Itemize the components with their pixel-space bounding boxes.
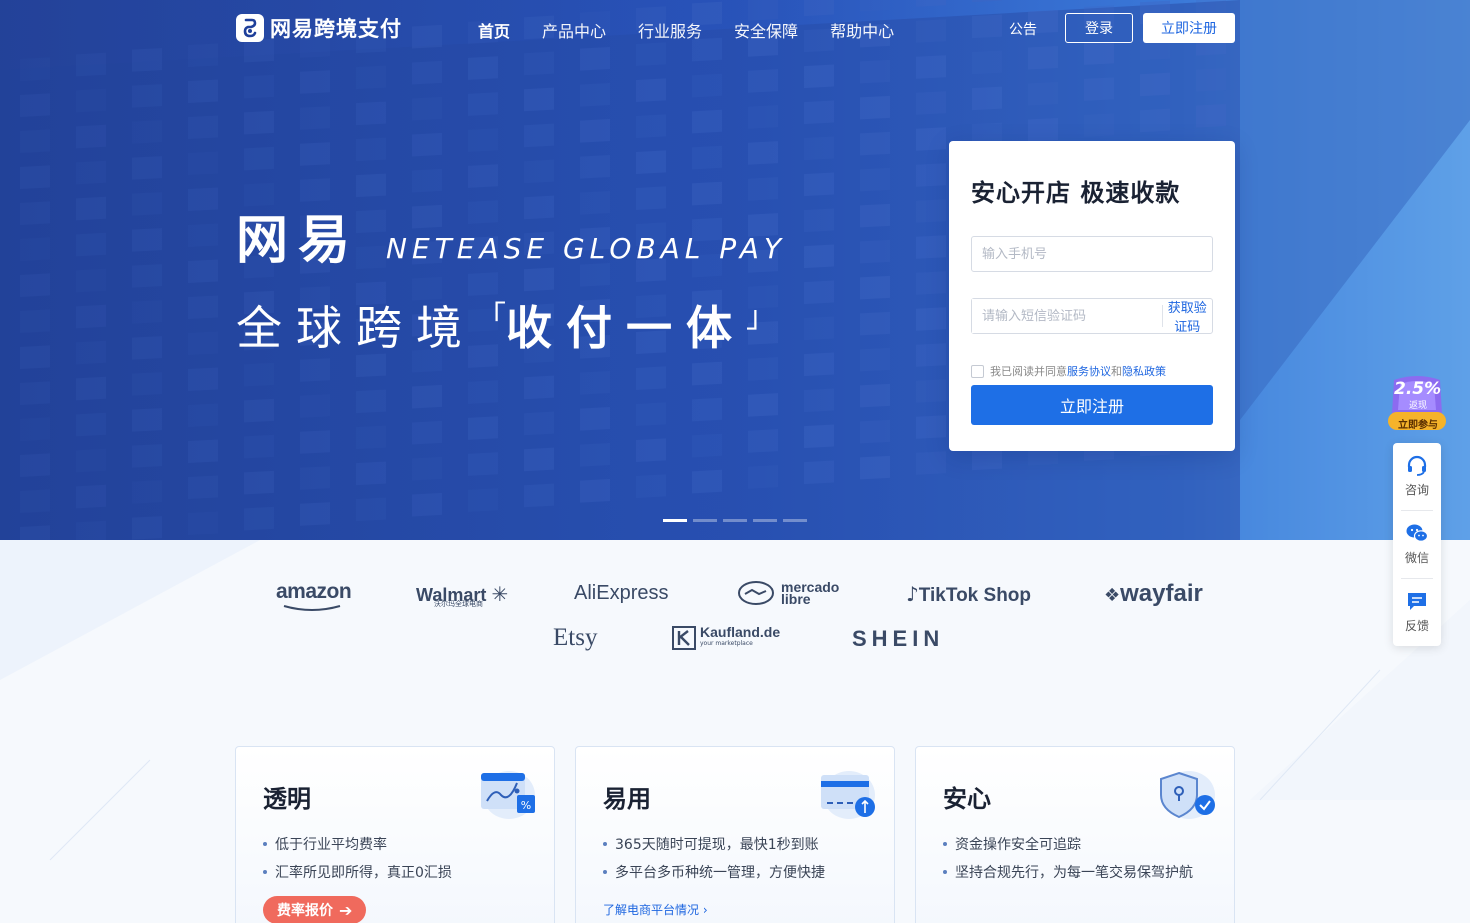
- handshake-icon: [738, 581, 774, 605]
- agree-prefix: 我已阅读并同意: [990, 365, 1067, 378]
- phone-input[interactable]: [971, 236, 1213, 272]
- side-toolbar: 咨询 微信 反馈: [1393, 443, 1441, 646]
- carousel-dot[interactable]: [723, 519, 747, 522]
- hero-title: 网易 NETEASE GLOBAL PAY: [236, 198, 786, 273]
- feature-list: 低于行业平均费率 汇率所见即所得，真正0汇损: [263, 835, 452, 891]
- learn-platforms-label: 了解电商平台情况: [603, 903, 700, 917]
- partner-aliexpress-logo: AliExpress: [574, 582, 669, 604]
- sms-code-input[interactable]: [972, 299, 1162, 333]
- register-submit-button[interactable]: 立即注册: [971, 385, 1213, 425]
- sms-code-field: 获取验证码: [971, 297, 1213, 335]
- feature-title: 透明: [263, 785, 311, 813]
- feature-title: 安心: [943, 785, 991, 813]
- signup-form-card: 安心开店 极速收款 获取验证码 我已阅读并同意服务协议和隐私政策 立即注册: [949, 141, 1235, 451]
- feedback-icon: [1408, 593, 1426, 610]
- arrow-right-icon: ➔: [339, 900, 353, 920]
- feature-list: 资金操作安全可追踪 坚持合规先行，为每一笔交易保驾护航: [943, 835, 1193, 891]
- partner-walmart-logo: Walmart ✳ 沃尔玛全球电商: [416, 582, 509, 608]
- feature-item: 365天随时可提现，最快1秒到账: [603, 835, 825, 853]
- partner-wayfair-logo: ❖wayfair: [1104, 580, 1203, 607]
- partner-mercadolibre-logo: mercado libre: [737, 580, 839, 606]
- hero-slogan: 全球跨境「收付一体」: [236, 292, 776, 358]
- form-title: 安心开店 极速收款: [971, 179, 1181, 207]
- cashback-promo-badge[interactable]: 2.5% 返现 立即参与: [1386, 374, 1448, 434]
- shield-icon: [1160, 771, 1215, 819]
- logo-text: 网易跨境支付: [270, 17, 402, 41]
- side-divider: [1401, 578, 1433, 579]
- carousel-dot[interactable]: [753, 519, 777, 522]
- hero-slogan-normal: 全球跨境: [236, 301, 476, 355]
- feature-card-easy: 易用 365天随时可提现，最快1秒到账 多平台多币种统一管理，方便快捷 了解电商…: [575, 746, 895, 923]
- feature-item: 低于行业平均费率: [263, 835, 452, 853]
- tiktok-note-icon: ♪: [906, 582, 919, 606]
- login-button[interactable]: 登录: [1065, 13, 1133, 43]
- walmart-spark-icon: ✳: [491, 582, 509, 606]
- notice-link[interactable]: 公告: [1009, 19, 1037, 39]
- side-divider: [1401, 510, 1433, 511]
- hero-title-en: NETEASE GLOBAL PAY: [386, 232, 787, 265]
- promo-cta: 立即参与: [1398, 420, 1438, 431]
- feature-item: 坚持合规先行，为每一笔交易保驾护航: [943, 863, 1193, 881]
- terms-link[interactable]: 服务协议: [1067, 365, 1111, 378]
- feature-title: 易用: [603, 785, 651, 813]
- rate-quote-button[interactable]: 费率报价 ➔: [263, 896, 367, 923]
- menu-item-home[interactable]: 首页: [478, 18, 510, 42]
- feature-item: 资金操作安全可追踪: [943, 835, 1193, 853]
- main-menu: 首页 产品中心 行业服务 安全保障 帮助中心: [478, 18, 894, 42]
- agreement-row: 我已阅读并同意服务协议和隐私政策: [971, 363, 1166, 379]
- hero-title-cn: 网易: [236, 211, 361, 271]
- card-icon: [821, 771, 875, 819]
- wayfair-mark-icon: ❖: [1104, 585, 1121, 606]
- hero-slogan-close: 」: [746, 300, 776, 335]
- feature-item: 多平台多币种统一管理，方便快捷: [603, 863, 825, 881]
- carousel-indicators: [663, 519, 807, 522]
- menu-item-industry[interactable]: 行业服务: [638, 18, 702, 42]
- headset-icon: [1407, 455, 1427, 476]
- feature-item: 汇率所见即所得，真正0汇损: [263, 863, 452, 881]
- side-consult[interactable]: 咨询: [1393, 453, 1441, 498]
- menu-item-help[interactable]: 帮助中心: [830, 18, 894, 42]
- kaufland-k-icon: [672, 626, 696, 650]
- side-feedback[interactable]: 反馈: [1393, 589, 1441, 634]
- partner-shein-logo: SHEIN: [852, 626, 945, 651]
- agree-and: 和: [1111, 365, 1122, 378]
- rate-chart-icon: %: [481, 771, 535, 819]
- wechat-icon: [1406, 524, 1429, 542]
- menu-item-products[interactable]: 产品中心: [542, 18, 606, 42]
- svg-text:%: %: [521, 799, 531, 812]
- side-wechat-label: 微信: [1404, 551, 1429, 565]
- partner-kaufland-logo: Kaufland.de your marketplace: [672, 625, 780, 650]
- top-navigation: 网易跨境支付 首页 产品中心 行业服务 安全保障 帮助中心 公告 登录 立即注册: [0, 0, 1470, 56]
- promo-sub: 返现: [1409, 401, 1428, 411]
- partner-etsy-logo: Etsy: [553, 624, 598, 651]
- partner-logos: amazon Walmart ✳ 沃尔玛全球电商 AliExpress merc…: [0, 540, 1470, 680]
- side-wechat[interactable]: 微信: [1393, 521, 1441, 566]
- hero-banner: 网易 NETEASE GLOBAL PAY 全球跨境「收付一体」: [0, 0, 1470, 540]
- side-consult-label: 咨询: [1404, 483, 1429, 497]
- partner-amazon-logo: amazon: [276, 580, 352, 611]
- feature-list: 365天随时可提现，最快1秒到账 多平台多币种统一管理，方便快捷: [603, 835, 825, 891]
- agree-checkbox[interactable]: [971, 364, 984, 378]
- rate-quote-label: 费率报价: [277, 903, 333, 919]
- register-button-top[interactable]: 立即注册: [1143, 13, 1235, 43]
- chevron-right-icon: ›: [702, 903, 708, 917]
- site-logo[interactable]: 网易跨境支付: [236, 13, 402, 43]
- hero-slogan-open: 「: [476, 300, 506, 335]
- privacy-link[interactable]: 隐私政策: [1122, 365, 1166, 378]
- learn-platforms-link[interactable]: 了解电商平台情况 ›: [603, 901, 708, 918]
- carousel-dot[interactable]: [693, 519, 717, 522]
- side-feedback-label: 反馈: [1404, 619, 1429, 633]
- carousel-dot[interactable]: [663, 519, 687, 522]
- menu-item-security[interactable]: 安全保障: [734, 18, 798, 42]
- promo-rate: 2.5%: [1394, 379, 1442, 399]
- hero-slogan-bold: 收付一体: [506, 301, 746, 355]
- partner-tiktok-logo: ♪TikTok Shop: [906, 582, 1032, 606]
- feature-card-transparent: 透明 % 低于行业平均费率 汇率所见即所得，真正0汇损 费率报价 ➔: [235, 746, 555, 923]
- get-code-button[interactable]: 获取验证码: [1163, 297, 1212, 335]
- carousel-dot[interactable]: [783, 519, 807, 522]
- feature-card-secure: 安心 资金操作安全可追踪 坚持合规先行，为每一笔交易保驾护航: [915, 746, 1235, 923]
- logo-mark-icon: [236, 14, 264, 42]
